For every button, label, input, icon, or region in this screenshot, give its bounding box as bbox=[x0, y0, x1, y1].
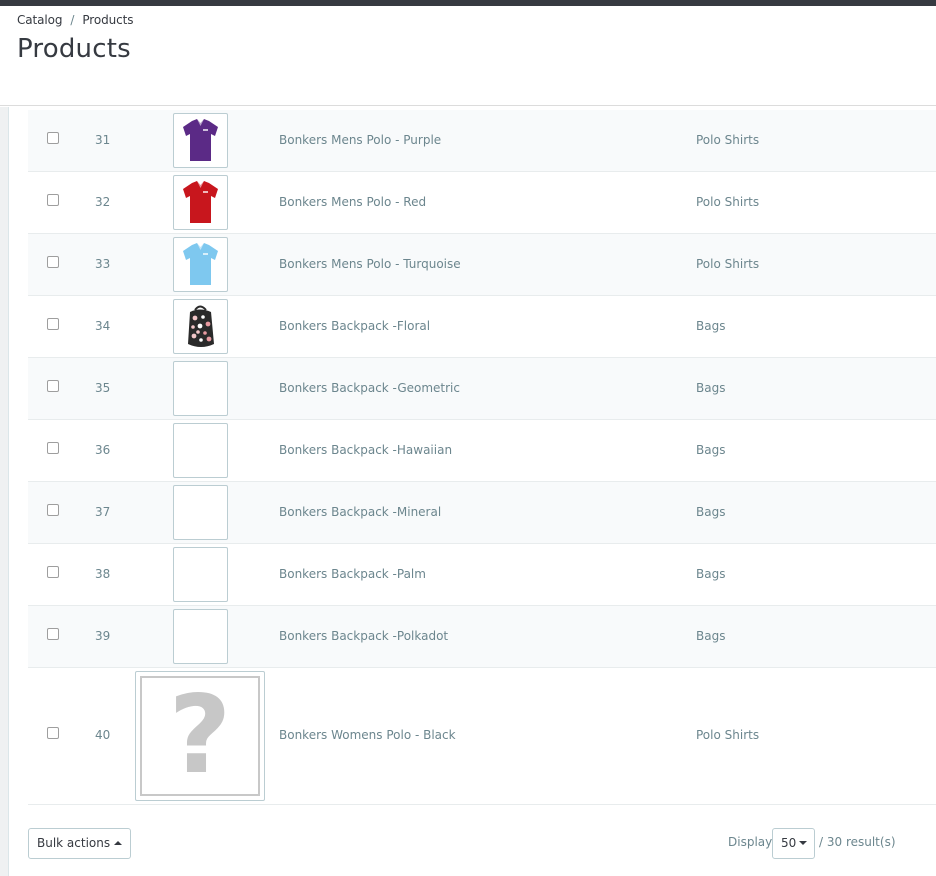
table-row[interactable]: 40? Bonkers Womens Polo - Black Polo Shirt… bbox=[28, 668, 936, 805]
row-select-checkbox[interactable] bbox=[47, 628, 59, 640]
caret-down-icon bbox=[799, 841, 808, 845]
product-name[interactable]: Bonkers Backpack -Palm bbox=[279, 567, 426, 581]
product-id: 36 bbox=[95, 443, 111, 457]
product-id: 38 bbox=[95, 567, 111, 581]
bulk-actions-button[interactable]: Bulk actions bbox=[28, 828, 132, 859]
product-name[interactable]: Bonkers Backpack -Geometric bbox=[279, 381, 460, 395]
product-thumbnail[interactable] bbox=[173, 609, 228, 664]
row-select-checkbox[interactable] bbox=[47, 256, 59, 268]
product-id: 32 bbox=[95, 195, 111, 209]
page-header: Catalog / Products Products bbox=[0, 6, 936, 106]
page-title: Products bbox=[17, 34, 131, 64]
product-thumbnail[interactable] bbox=[173, 547, 228, 602]
table-row[interactable]: 36 Bonkers Backpack -Hawaiian Bags bbox=[28, 420, 936, 482]
product-id: 33 bbox=[95, 257, 111, 271]
per-page-select[interactable]: 50 bbox=[772, 828, 815, 859]
product-id: 39 bbox=[95, 629, 111, 643]
results-count: / 30 result(s) bbox=[819, 835, 896, 849]
row-select-checkbox[interactable] bbox=[47, 504, 59, 516]
product-id: 31 bbox=[95, 133, 111, 147]
product-name[interactable]: Bonkers Mens Polo - Turquoise bbox=[279, 257, 461, 271]
product-category: Polo Shirts bbox=[696, 195, 760, 209]
row-select-checkbox[interactable] bbox=[47, 442, 59, 454]
display-label: Display bbox=[728, 835, 773, 849]
product-thumbnail[interactable] bbox=[173, 299, 228, 354]
table-row[interactable]: 35 Bonkers Backpack -Geometric Bags bbox=[28, 358, 936, 420]
product-thumbnail[interactable] bbox=[173, 113, 228, 168]
caret-up-icon bbox=[114, 841, 123, 845]
product-name[interactable]: Bonkers Backpack -Hawaiian bbox=[279, 443, 452, 457]
table-row[interactable]: 32 Bonkers Mens Polo - Red Polo Shirts bbox=[28, 172, 936, 234]
product-category: Bags bbox=[696, 567, 726, 581]
polo-shirt-image bbox=[183, 119, 218, 161]
table-row[interactable]: 39 Bonkers Backpack -Polkadot Bags bbox=[28, 606, 936, 668]
row-select-checkbox[interactable] bbox=[47, 566, 59, 578]
content-area: 31 Bonkers Mens Polo - Purple Polo Shirts 3… bbox=[0, 107, 936, 876]
row-select-checkbox[interactable] bbox=[47, 727, 59, 739]
breadcrumb-separator: / bbox=[70, 13, 75, 27]
row-select-checkbox[interactable] bbox=[47, 318, 59, 330]
product-category: Polo Shirts bbox=[696, 728, 760, 742]
product-name[interactable]: Bonkers Mens Polo - Purple bbox=[279, 133, 441, 147]
product-category: Bags bbox=[696, 381, 726, 395]
per-page-value: 50 bbox=[781, 836, 797, 850]
product-category: Bags bbox=[696, 629, 726, 643]
breadcrumb-current: Products bbox=[82, 13, 134, 27]
table-row[interactable]: 33 Bonkers Mens Polo - Turquoise Polo Shir… bbox=[28, 234, 936, 296]
table-footer: Bulk actions Display 50 / 30 result(s) bbox=[28, 828, 936, 868]
product-name[interactable]: Bonkers Backpack -Polkadot bbox=[279, 629, 448, 643]
product-category: Polo Shirts bbox=[696, 257, 760, 271]
backpack-image bbox=[188, 305, 214, 347]
products-table: 31 Bonkers Mens Polo - Purple Polo Shirts 3… bbox=[28, 110, 936, 805]
product-category: Bags bbox=[696, 505, 726, 519]
product-name[interactable]: Bonkers Womens Polo - Black bbox=[279, 728, 456, 742]
polo-shirt-image bbox=[183, 243, 218, 285]
product-thumbnail[interactable] bbox=[173, 237, 228, 292]
table-row[interactable]: 37 Bonkers Backpack -Mineral Bags bbox=[28, 482, 936, 544]
product-id: 37 bbox=[95, 505, 111, 519]
product-id: 35 bbox=[95, 381, 111, 395]
product-thumbnail[interactable] bbox=[173, 361, 228, 416]
product-name[interactable]: Bonkers Backpack -Mineral bbox=[279, 505, 441, 519]
table-row[interactable]: 31 Bonkers Mens Polo - Purple Polo Shirts bbox=[28, 110, 936, 172]
row-select-checkbox[interactable] bbox=[47, 194, 59, 206]
breadcrumb-catalog-link[interactable]: Catalog bbox=[17, 13, 62, 27]
polo-shirt-image bbox=[183, 181, 218, 223]
product-category: Bags bbox=[696, 443, 726, 457]
breadcrumb: Catalog / Products bbox=[17, 13, 133, 27]
row-select-checkbox[interactable] bbox=[47, 132, 59, 144]
product-thumbnail[interactable] bbox=[173, 423, 228, 478]
product-id: 40 bbox=[95, 728, 111, 742]
product-name[interactable]: Bonkers Backpack -Floral bbox=[279, 319, 430, 333]
product-category: Bags bbox=[696, 319, 726, 333]
question-mark-icon: ? bbox=[140, 676, 260, 796]
bulk-actions-label: Bulk actions bbox=[37, 836, 111, 850]
product-id: 34 bbox=[95, 319, 111, 333]
table-row[interactable]: 34 Bonkers Backpack -Floral Bags bbox=[28, 296, 936, 358]
product-category: Polo Shirts bbox=[696, 133, 760, 147]
table-row[interactable]: 38 Bonkers Backpack -Palm Bags bbox=[28, 544, 936, 606]
product-name[interactable]: Bonkers Mens Polo - Red bbox=[279, 195, 426, 209]
products-panel: 31 Bonkers Mens Polo - Purple Polo Shirts 3… bbox=[8, 107, 936, 876]
row-select-checkbox[interactable] bbox=[47, 380, 59, 392]
product-thumbnail[interactable] bbox=[173, 485, 228, 540]
product-thumbnail[interactable] bbox=[173, 175, 228, 230]
product-thumbnail[interactable]: ? bbox=[135, 671, 265, 801]
